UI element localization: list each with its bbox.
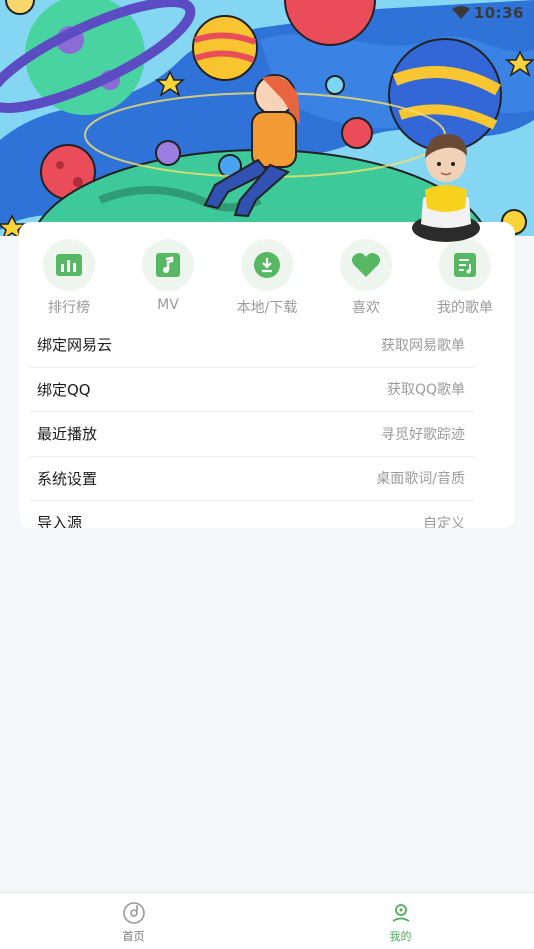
tab-label: 我的 bbox=[389, 930, 412, 943]
menu-import-source[interactable]: 导入源 自定义 bbox=[29, 501, 475, 528]
menu-bind-netease[interactable]: 绑定网易云 获取网易歌单 bbox=[29, 323, 475, 368]
menu-recent-plays[interactable]: 最近播放 寻觅好歌踪迹 bbox=[29, 412, 475, 457]
menu-subtitle: 获取QQ歌单 bbox=[386, 382, 465, 399]
user-avatar[interactable] bbox=[409, 128, 483, 246]
quick-action-rankings[interactable]: 排行榜 bbox=[31, 239, 107, 317]
tab-mine[interactable]: 我的 bbox=[267, 893, 534, 949]
quick-action-label: 本地/下载 bbox=[236, 300, 298, 316]
wifi-signal-icon bbox=[451, 6, 470, 19]
quick-action-label: 喜欢 bbox=[352, 300, 380, 316]
menu-title: 导入源 bbox=[37, 514, 83, 528]
heart-icon bbox=[340, 239, 392, 291]
user-icon bbox=[392, 904, 409, 922]
quick-action-label: 排行榜 bbox=[48, 300, 90, 316]
quick-action-label: MV bbox=[157, 297, 179, 313]
download-icon bbox=[241, 239, 293, 291]
tab-home[interactable]: 首页 bbox=[0, 893, 267, 949]
quick-action-local-download[interactable]: 本地/下载 bbox=[229, 239, 305, 317]
music-note-icon bbox=[142, 239, 194, 291]
menu-subtitle: 自定义 bbox=[423, 515, 465, 528]
menu-title: 绑定QQ bbox=[37, 380, 91, 399]
playlist-icon bbox=[439, 239, 491, 291]
status-bar: 10:36 bbox=[451, 4, 524, 22]
menu-subtitle: 桌面歌词/音质 bbox=[376, 471, 465, 488]
menu-subtitle: 获取网易歌单 bbox=[381, 337, 465, 354]
menu-bind-qq[interactable]: 绑定QQ 获取QQ歌单 bbox=[29, 368, 475, 412]
menu-title: 绑定网易云 bbox=[37, 336, 113, 355]
menu-subtitle: 寻觅好歌踪迹 bbox=[381, 426, 465, 443]
chart-bars-icon bbox=[43, 239, 95, 291]
settings-menu: 绑定网易云 获取网易歌单 绑定QQ 获取QQ歌单 最近播放 寻觅好歌踪迹 系统设… bbox=[29, 323, 475, 528]
menu-title: 系统设置 bbox=[37, 469, 98, 488]
my-panel-card: 排行榜 MV 本地/下载 喜欢 我的歌单 绑定网易云 获取网易歌单 绑定QQ 获… bbox=[19, 222, 515, 528]
status-time: 10:36 bbox=[473, 4, 524, 22]
disc-icon bbox=[122, 902, 145, 924]
quick-action-my-playlists[interactable]: 我的歌单 bbox=[427, 239, 503, 317]
quick-action-mv[interactable]: MV bbox=[130, 239, 206, 317]
tab-label: 首页 bbox=[122, 930, 145, 943]
bottom-tab-bar: 首页 我的 bbox=[0, 892, 534, 949]
quick-action-label: 我的歌单 bbox=[437, 300, 493, 316]
menu-system-settings[interactable]: 系统设置 桌面歌词/音质 bbox=[29, 457, 475, 501]
quick-action-favorites[interactable]: 喜欢 bbox=[328, 239, 404, 317]
menu-title: 最近播放 bbox=[37, 425, 98, 444]
